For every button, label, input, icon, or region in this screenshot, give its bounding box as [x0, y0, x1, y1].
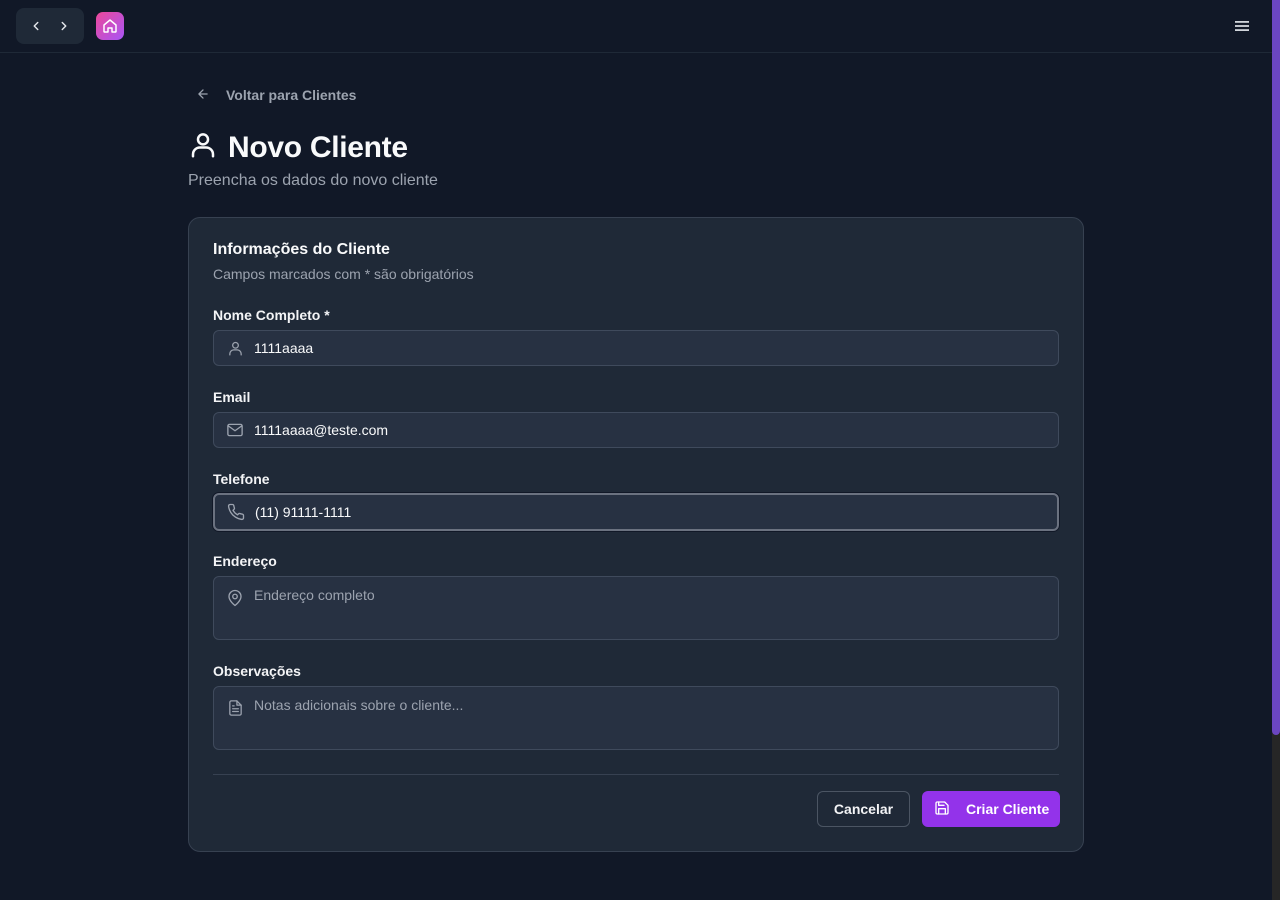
create-client-label: Criar Cliente — [966, 801, 1050, 817]
hamburger-menu-icon[interactable] — [1230, 15, 1254, 37]
address-label: Endereço — [213, 553, 277, 569]
page-subtitle: Preencha os dados do novo cliente — [188, 172, 438, 189]
name-field[interactable] — [213, 330, 1059, 366]
notes-label: Observações — [213, 663, 301, 679]
chevron-right-icon[interactable] — [52, 14, 76, 38]
page-header: Novo Cliente — [188, 130, 408, 165]
notes-input[interactable] — [254, 695, 1048, 743]
phone-input[interactable] — [255, 504, 1047, 520]
scrollbar-thumb[interactable] — [1272, 0, 1280, 735]
navigation-controls — [16, 8, 84, 44]
divider — [213, 774, 1059, 775]
create-client-button[interactable]: Criar Cliente — [922, 791, 1060, 827]
client-info-card: Informações do Cliente Campos marcados c… — [188, 217, 1084, 852]
email-input[interactable] — [254, 422, 1048, 438]
chevron-left-icon[interactable] — [24, 14, 48, 38]
name-input[interactable] — [254, 340, 1048, 356]
mail-icon — [226, 421, 244, 439]
address-field[interactable] — [213, 576, 1059, 640]
page-title: Novo Cliente — [228, 130, 408, 164]
home-icon[interactable] — [96, 12, 124, 40]
back-to-clients-link[interactable]: Voltar para Clientes — [196, 84, 356, 106]
phone-label: Telefone — [213, 471, 270, 487]
phone-field[interactable] — [213, 493, 1059, 531]
email-field[interactable] — [213, 412, 1059, 448]
save-icon — [934, 800, 950, 819]
card-description: Campos marcados com * são obrigatórios — [213, 266, 474, 282]
back-link-label: Voltar para Clientes — [226, 87, 357, 103]
user-icon — [188, 130, 218, 165]
file-text-icon — [226, 699, 244, 717]
top-bar — [0, 0, 1272, 53]
arrow-left-icon — [196, 87, 210, 104]
cancel-button[interactable]: Cancelar — [817, 791, 910, 827]
phone-icon — [227, 503, 245, 521]
notes-field[interactable] — [213, 686, 1059, 750]
user-icon — [226, 339, 244, 357]
address-input[interactable] — [254, 585, 1048, 633]
name-label: Nome Completo * — [213, 307, 330, 323]
card-title: Informações do Cliente — [213, 241, 390, 258]
email-label: Email — [213, 389, 251, 405]
map-pin-icon — [226, 589, 244, 607]
